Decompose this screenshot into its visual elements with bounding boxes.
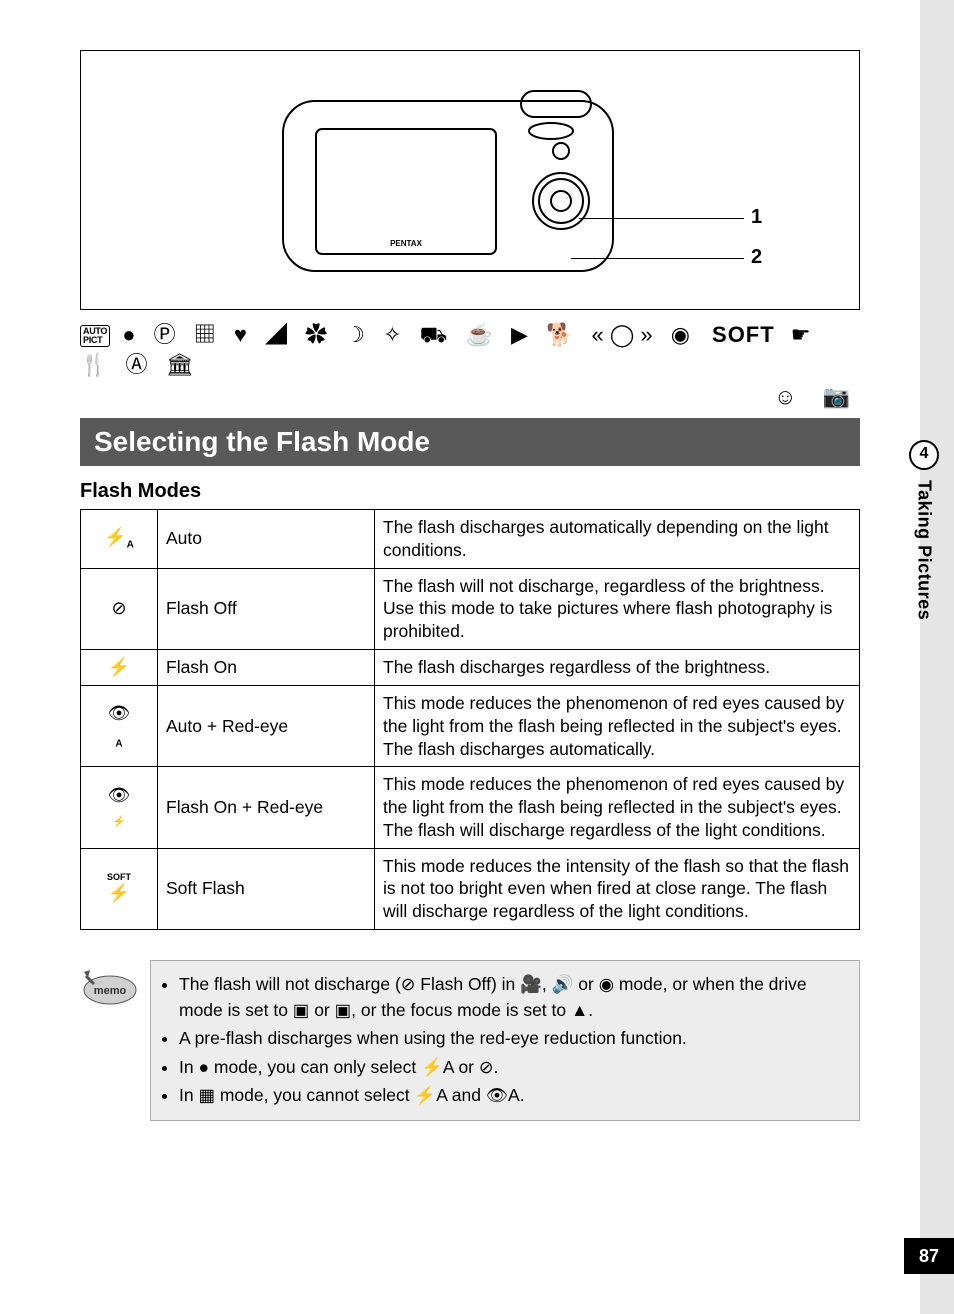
page-number: 87 — [904, 1238, 954, 1274]
section-heading: Selecting the Flash Mode — [80, 418, 860, 466]
mode-icon-row: AUTOPICT ● Ⓟ ▦ ♥ ◢ ✿ ☽ ✧ ⛟ ☕ ▶ 🐕 «◯» ◉ S… — [80, 320, 860, 380]
mode-name: Flash On — [158, 649, 375, 685]
memo-item: In ● mode, you can only select ⚡A or ⊘. — [179, 1054, 847, 1080]
memo-item: The flash will not discharge (⊘ Flash Of… — [179, 971, 847, 1024]
camera-illustration: PENTAX — [281, 81, 631, 281]
mode-desc: This mode reduces the phenomenon of red … — [375, 686, 860, 767]
mode-desc: This mode reduces the intensity of the f… — [375, 848, 860, 929]
table-row: ⚡ Flash On The flash discharges regardle… — [81, 649, 860, 685]
svg-text:memo: memo — [94, 985, 127, 997]
mode-name: Flash Off — [158, 568, 375, 649]
mode-name: Flash On + Red-eye — [158, 767, 375, 848]
mode-icon: ⚡ — [81, 649, 158, 685]
callout-line-1 — [579, 218, 744, 219]
mode-desc: This mode reduces the phenomenon of red … — [375, 767, 860, 848]
memo-section: memo The flash will not discharge (⊘ Fla… — [80, 960, 860, 1121]
memo-icon: memo — [80, 960, 150, 1121]
table-row: ⊘ Flash Off The flash will not discharge… — [81, 568, 860, 649]
mode-icon: SOFT⚡ — [81, 848, 158, 929]
flash-modes-table: ⚡A Auto The flash discharges automatical… — [80, 509, 860, 930]
table-row: SOFT⚡ Soft Flash This mode reduces the i… — [81, 848, 860, 929]
memo-item: In ▦ mode, you cannot select ⚡A and 👁A. — [179, 1082, 847, 1108]
table-row: 👁⚡ Flash On + Red-eye This mode reduces … — [81, 767, 860, 848]
right-margin-strip — [920, 0, 954, 1314]
mode-name: Auto — [158, 510, 375, 569]
mode-icon: ⚡A — [81, 510, 158, 569]
mode-icon: 👁A — [81, 686, 158, 767]
camera-diagram: PENTAX 1 2 — [80, 50, 860, 310]
callout-1: 1 — [751, 206, 762, 229]
mode-desc: The flash discharges regardless of the b… — [375, 649, 860, 685]
auto-pict-icon: AUTOPICT — [80, 325, 110, 347]
callout-line-2 — [571, 258, 744, 259]
mode-desc: The flash discharges automatically depen… — [375, 510, 860, 569]
table-row: ⚡A Auto The flash discharges automatical… — [81, 510, 860, 569]
mode-desc: The flash will not discharge, regardless… — [375, 568, 860, 649]
mode-icon-row-2: ☺ 📷 — [80, 384, 860, 410]
subheading: Flash Modes — [80, 480, 820, 503]
callout-2: 2 — [751, 246, 762, 269]
mode-icon: 👁⚡ — [81, 767, 158, 848]
soft-word: SOFT — [712, 322, 775, 347]
chapter-tab: 4 Taking Pictures — [894, 440, 954, 625]
mode-name: Auto + Red-eye — [158, 686, 375, 767]
memo-box: The flash will not discharge (⊘ Flash Of… — [150, 960, 860, 1121]
chapter-number: 4 — [909, 440, 939, 470]
chapter-title: Taking Pictures — [914, 480, 935, 620]
mode-icon: ⊘ — [81, 568, 158, 649]
svg-text:PENTAX: PENTAX — [390, 239, 423, 248]
table-row: 👁A Auto + Red-eye This mode reduces the … — [81, 686, 860, 767]
mode-name: Soft Flash — [158, 848, 375, 929]
memo-item: A pre-flash discharges when using the re… — [179, 1025, 847, 1051]
